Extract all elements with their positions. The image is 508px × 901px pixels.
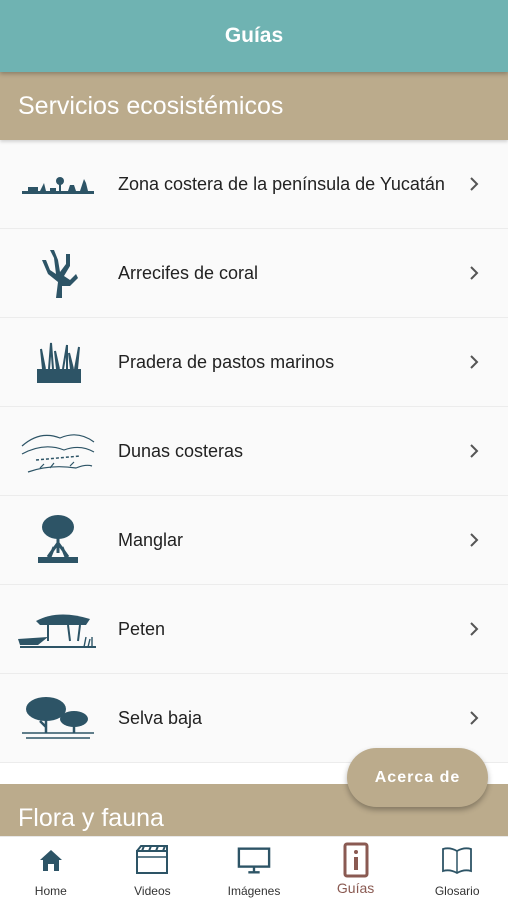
monitor-icon <box>237 843 271 877</box>
guide-item-label: Peten <box>118 618 166 639</box>
guide-item-label: Pradera de pastos marinos <box>118 351 335 372</box>
about-button[interactable]: Acerca de <box>347 748 488 807</box>
guide-item-label: Arrecifes de coral <box>118 262 259 283</box>
guide-item-label: Manglar <box>118 529 184 550</box>
home-icon <box>34 843 68 877</box>
dunes-icon <box>18 421 98 481</box>
peten-icon <box>18 599 98 659</box>
chevron-right-icon <box>470 177 479 191</box>
chevron-right-icon <box>470 622 479 636</box>
guide-item-dunas[interactable]: Dunas costeras <box>0 407 508 496</box>
guide-item-peten[interactable]: Peten <box>0 585 508 674</box>
nav-glosario[interactable]: Glosario <box>406 837 508 901</box>
bottom-navigation: Home Videos Imágenes Guías Glosario <box>0 836 508 901</box>
low-forest-icon <box>18 688 98 748</box>
chevron-right-icon <box>470 711 479 725</box>
guide-item-label: Zona costera de la península de Yucatán <box>118 173 445 194</box>
coral-icon <box>18 243 98 303</box>
nav-label: Guías <box>336 880 375 896</box>
nav-label: Glosario <box>434 884 480 898</box>
page-title: Guías <box>224 24 284 47</box>
nav-imagenes[interactable]: Imágenes <box>203 837 305 901</box>
guide-item-label: Dunas costeras <box>118 440 244 461</box>
section-header-servicios: Servicios ecosistémicos <box>0 72 508 140</box>
guide-item-pradera[interactable]: Pradera de pastos marinos <box>0 318 508 407</box>
nav-label: Imágenes <box>227 884 281 898</box>
guide-list: Zona costera de la península de Yucatán … <box>0 140 508 763</box>
guide-item-manglar[interactable]: Manglar <box>0 496 508 585</box>
nav-label: Videos <box>134 884 171 898</box>
chevron-right-icon <box>470 266 479 280</box>
film-icon <box>135 843 169 877</box>
nav-videos[interactable]: Videos <box>102 837 204 901</box>
coastal-zone-icon <box>18 154 98 214</box>
app-bar: Guías <box>0 0 508 72</box>
nav-label: Home <box>34 884 67 898</box>
chevron-right-icon <box>470 355 479 369</box>
guide-item-zona-costera[interactable]: Zona costera de la península de Yucatán <box>0 140 508 229</box>
nav-guias[interactable]: Guías <box>305 837 407 901</box>
mangrove-icon <box>18 510 98 570</box>
chevron-right-icon <box>470 444 479 458</box>
seagrass-icon <box>18 332 98 392</box>
nav-home[interactable]: Home <box>0 837 102 901</box>
guide-item-label: Selva baja <box>118 707 203 728</box>
chevron-right-icon <box>470 533 479 547</box>
guide-item-arrecifes[interactable]: Arrecifes de coral <box>0 229 508 318</box>
book-icon <box>440 843 474 877</box>
info-icon <box>339 842 373 878</box>
